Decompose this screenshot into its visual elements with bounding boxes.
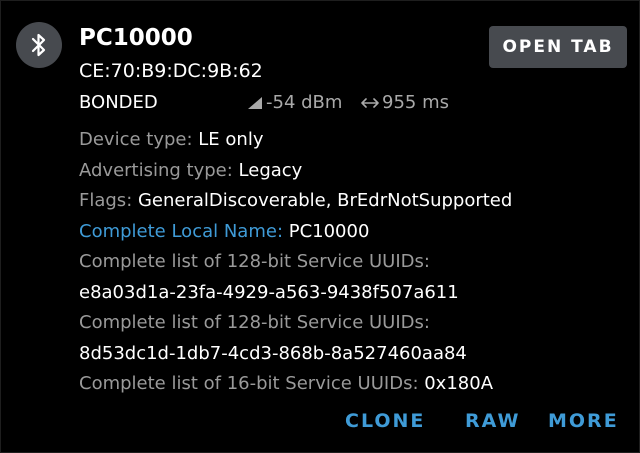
action-bar: CLONE RAW MORE [1, 406, 640, 436]
detail-label: Advertising type: [79, 159, 239, 181]
clone-button[interactable]: CLONE [345, 406, 425, 436]
device-card: PC10000 CE:70:B9:DC:9B:62 BONDED -54 dBm… [0, 0, 640, 453]
bond-state: BONDED [79, 92, 158, 113]
detail-value: LE only [198, 129, 264, 150]
signal-strength-icon [248, 97, 262, 109]
rssi-value: -54 dBm [266, 92, 343, 113]
detail-row: Device type: LE only [79, 125, 629, 156]
open-tab-button[interactable]: OPEN TAB [489, 26, 627, 68]
detail-label: Flags: [79, 190, 138, 211]
rssi-readout: -54 dBm [247, 90, 342, 116]
interval-value: 955 ms [382, 92, 449, 113]
detail-row: Complete list of 128-bit Service UUIDs: [79, 247, 629, 278]
detail-label: Complete list of 16-bit Service UUIDs: [79, 373, 425, 394]
detail-row: 8d53dc1d-1db7-4cd3-868b-8a527460aa84 [79, 339, 629, 370]
advertisement-details: Device type: LE only Advertising type: L… [79, 125, 629, 400]
detail-label: Device type: [79, 129, 199, 150]
detail-value: Legacy [238, 159, 303, 181]
interval-readout: 955 ms [361, 90, 449, 116]
detail-row: Complete list of 16-bit Service UUIDs: 0… [79, 369, 629, 400]
interval-arrows-icon [361, 98, 379, 108]
raw-button[interactable]: RAW [465, 406, 520, 436]
more-button[interactable]: MORE [548, 406, 619, 436]
detail-value: PC10000 [288, 220, 370, 242]
device-address: CE:70:B9:DC:9B:62 [79, 60, 263, 82]
detail-value: 0x180A [424, 373, 494, 394]
detail-row: e8a03d1a-23fa-4929-a563-9438f507a611 [79, 278, 629, 309]
detail-row: Complete Local Name: PC10000 [79, 217, 629, 248]
detail-value: e8a03d1a-23fa-4929-a563-9438f507a611 [79, 281, 459, 303]
detail-value: 8d53dc1d-1db7-4cd3-868b-8a527460aa84 [79, 342, 467, 364]
detail-label: Complete Local Name: [79, 220, 289, 242]
detail-value: GeneralDiscoverable, BrEdrNotSupported [137, 190, 513, 211]
detail-label: Complete list of 128-bit Service UUIDs: [79, 251, 430, 272]
bluetooth-icon [16, 22, 62, 68]
status-row: BONDED -54 dBm 955 ms [79, 90, 479, 116]
detail-row: Advertising type: Legacy [79, 156, 629, 187]
detail-row: Flags: GeneralDiscoverable, BrEdrNotSupp… [79, 186, 629, 217]
detail-row: Complete list of 128-bit Service UUIDs: [79, 308, 629, 339]
device-name: PC10000 [79, 25, 193, 51]
detail-label: Complete list of 128-bit Service UUIDs: [79, 312, 430, 333]
